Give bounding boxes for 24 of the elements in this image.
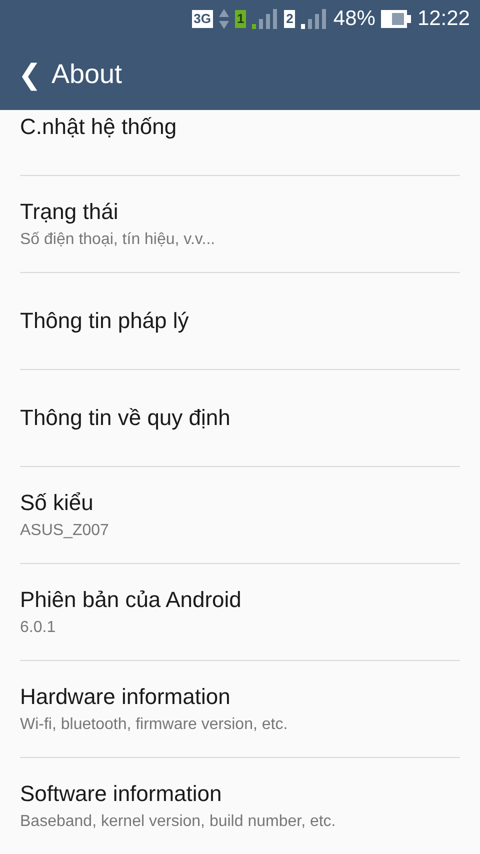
battery-percent: 48% <box>333 7 376 31</box>
back-button[interactable]: ❮ <box>18 58 42 90</box>
screen-title: About <box>51 58 122 90</box>
setting-title[interactable]: Thông tin về quy định <box>20 405 460 431</box>
setting-title[interactable]: Trạng thái <box>20 199 460 225</box>
setting-summary: Wi-fi, bluetooth, firmware version, etc. <box>20 716 289 734</box>
setting-summary: ASUS_Z007 <box>20 522 110 540</box>
setting-title[interactable]: Software information <box>20 781 460 807</box>
setting-title[interactable]: Phiên bản của Android <box>20 587 460 613</box>
setting-title[interactable]: Hardware information <box>20 684 460 710</box>
setting-title[interactable]: Số kiểu <box>20 490 460 516</box>
network-type-badge: 3G <box>192 10 213 28</box>
sim-badge: 1 <box>234 10 246 28</box>
setting-title[interactable]: C.nhật hệ thống <box>20 114 460 140</box>
signal-icon <box>301 9 328 29</box>
setting-summary: Số điện thoại, tín hiệu, v.v... <box>20 231 216 249</box>
clock: 12:22 <box>417 7 470 31</box>
setting-summary: 6.0.1 <box>20 619 57 637</box>
sim-badge: 2 <box>284 10 296 28</box>
data-arrows-icon <box>218 9 229 29</box>
battery-icon <box>381 10 412 28</box>
setting-title[interactable]: Thông tin pháp lý <box>20 308 460 334</box>
setting-summary: Baseband, kernel version, build number, etc. <box>20 813 337 831</box>
signal-icon <box>252 9 278 29</box>
